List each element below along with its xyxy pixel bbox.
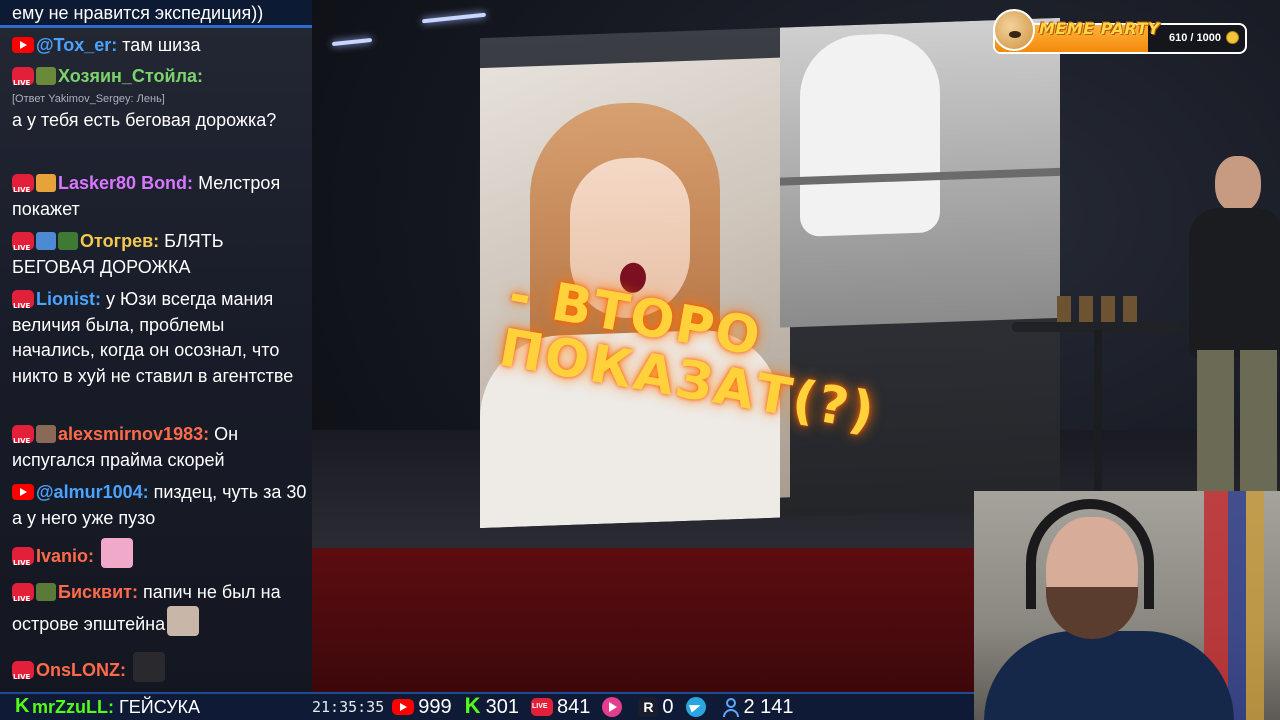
chat-text: там шиза bbox=[122, 35, 201, 55]
ceiling-light bbox=[331, 37, 373, 47]
chat-nick[interactable]: Ivanio: bbox=[36, 546, 94, 566]
chat-message: @Tox_er: там шиза bbox=[12, 33, 308, 59]
user-badge-icon bbox=[36, 174, 56, 192]
doge-icon bbox=[993, 9, 1035, 51]
last-chat-message: mrZzuLL: ГЕЙСУКА bbox=[14, 694, 201, 719]
user-badge-icon bbox=[36, 425, 56, 443]
chat-emote-icon bbox=[133, 652, 166, 682]
chat-message: ему не нравится экспедиция)) bbox=[12, 1, 308, 27]
live-icon bbox=[12, 290, 34, 320]
chat-reply-quote: [Ответ Yakimov_Sergey: Лень] bbox=[12, 92, 165, 105]
meme-party-title: MEME PARTY bbox=[1039, 19, 1161, 38]
live-icon bbox=[12, 67, 34, 97]
chat-nick[interactable]: Lasker80 Bond: bbox=[58, 173, 193, 193]
stat-value: 841 bbox=[557, 695, 591, 718]
chat-nick[interactable]: Бисквит: bbox=[58, 582, 138, 602]
coin-icon bbox=[1226, 31, 1239, 44]
live-icon bbox=[12, 547, 34, 577]
stat-kick: 301 bbox=[464, 693, 519, 719]
youtube-icon bbox=[12, 484, 34, 500]
chat-nick[interactable]: Lionist: bbox=[36, 289, 101, 309]
meme-party-progress-text: 610 / 1000 bbox=[1169, 32, 1221, 44]
chat-message: Отогрев: БЛЯТЬ БЕГОВАЯ ДОРОЖКА bbox=[12, 229, 308, 280]
projection-screen bbox=[480, 17, 1060, 529]
stat-value: 0 bbox=[662, 695, 674, 718]
chat-nick[interactable]: alexsmirnov1983: bbox=[58, 424, 209, 444]
meme-party-widget: MEME PARTY 610 / 1000 bbox=[993, 9, 1247, 54]
presenter bbox=[1177, 150, 1280, 540]
screen-photo-room bbox=[780, 17, 1060, 328]
stat-value: 2 141 bbox=[743, 695, 794, 718]
youtube-icon bbox=[392, 699, 415, 715]
chat-message: Хозяин_Стойла: [Ответ Yakimov_Sergey: Ле… bbox=[12, 64, 308, 133]
chat-message: alexsmirnov1983: Он испугался прайма ско… bbox=[12, 422, 308, 473]
chat-panel[interactable]: ему не нравится экспедиция)) @Tox_er: там… bbox=[0, 0, 312, 692]
rutube-icon bbox=[638, 697, 659, 717]
webcam-feed bbox=[974, 491, 1280, 720]
viewers-icon bbox=[722, 697, 740, 717]
chat-message: OnsLONZ: bbox=[12, 652, 308, 691]
chat-text: а у тебя есть беговая дорожка? bbox=[12, 109, 277, 130]
girl bbox=[800, 32, 940, 237]
chat-nick[interactable]: OnsLONZ: bbox=[36, 660, 126, 680]
stat-vk-video bbox=[602, 697, 626, 717]
chat-emote-icon bbox=[101, 538, 134, 568]
chat-message: Lionist: у Юзи всегда мания величия была… bbox=[12, 287, 308, 389]
chat-emote-icon bbox=[167, 605, 200, 636]
chat-message: Ivanio: bbox=[12, 538, 308, 577]
last-chat-nick: mrZzuLL: bbox=[32, 697, 114, 717]
user-badge-icon bbox=[36, 232, 56, 250]
user-badge-icon bbox=[36, 583, 56, 601]
live-icon bbox=[12, 174, 34, 204]
head bbox=[1215, 156, 1261, 212]
headphones bbox=[1026, 499, 1154, 609]
live-icon bbox=[12, 661, 34, 691]
chat-message: Бисквит: папич не был на острове эпштейн… bbox=[12, 580, 308, 637]
vk-video-icon bbox=[602, 697, 623, 717]
vk-live-icon bbox=[531, 698, 553, 716]
line bbox=[0, 692, 974, 694]
stat-value: 999 bbox=[418, 695, 452, 718]
kick-icon bbox=[14, 694, 30, 718]
stat-vk-live: 841 bbox=[531, 696, 590, 719]
chat-overlay-band bbox=[312, 548, 974, 692]
live-icon bbox=[12, 232, 34, 262]
user-badge-icon bbox=[58, 232, 78, 250]
stat-rutube: 0 bbox=[638, 695, 674, 719]
torso bbox=[1189, 208, 1280, 358]
live-icon bbox=[12, 425, 34, 455]
chat-nick[interactable]: @Tox_er: bbox=[36, 35, 117, 55]
bottom-status-bar: mrZzuLL: ГЕЙСУКА 21:35:35 999 301 841 0 … bbox=[0, 692, 974, 720]
stat-value: 301 bbox=[485, 695, 519, 718]
telegram-icon bbox=[685, 697, 706, 717]
stat-telegram bbox=[685, 697, 710, 717]
user-badge-icon bbox=[36, 67, 56, 85]
stream-stats: 21:35:35 999 301 841 0 2 141 bbox=[312, 693, 806, 719]
youtube-icon bbox=[12, 37, 34, 53]
chat-nick[interactable]: Хозяин_Стойла: bbox=[58, 66, 203, 86]
live-icon bbox=[12, 583, 34, 613]
chat-text: ему не нравится экспедиция)) bbox=[12, 3, 264, 23]
last-chat-text: ГЕЙСУКА bbox=[119, 697, 201, 717]
chat-message: @almur1004: пиздец, чуть за 30 а у него … bbox=[12, 480, 308, 531]
stat-youtube: 999 bbox=[392, 695, 452, 719]
chat-nick[interactable]: @almur1004: bbox=[36, 482, 149, 502]
chat-nick[interactable]: Отогрев: bbox=[80, 231, 159, 251]
shirt bbox=[984, 631, 1234, 720]
stream-clock: 21:35:35 bbox=[312, 698, 385, 716]
ceiling-light bbox=[421, 12, 487, 24]
stat-viewers: 2 141 bbox=[722, 696, 794, 719]
chat-message: Lasker80 Bond: Мелстроя покажет bbox=[12, 171, 308, 222]
